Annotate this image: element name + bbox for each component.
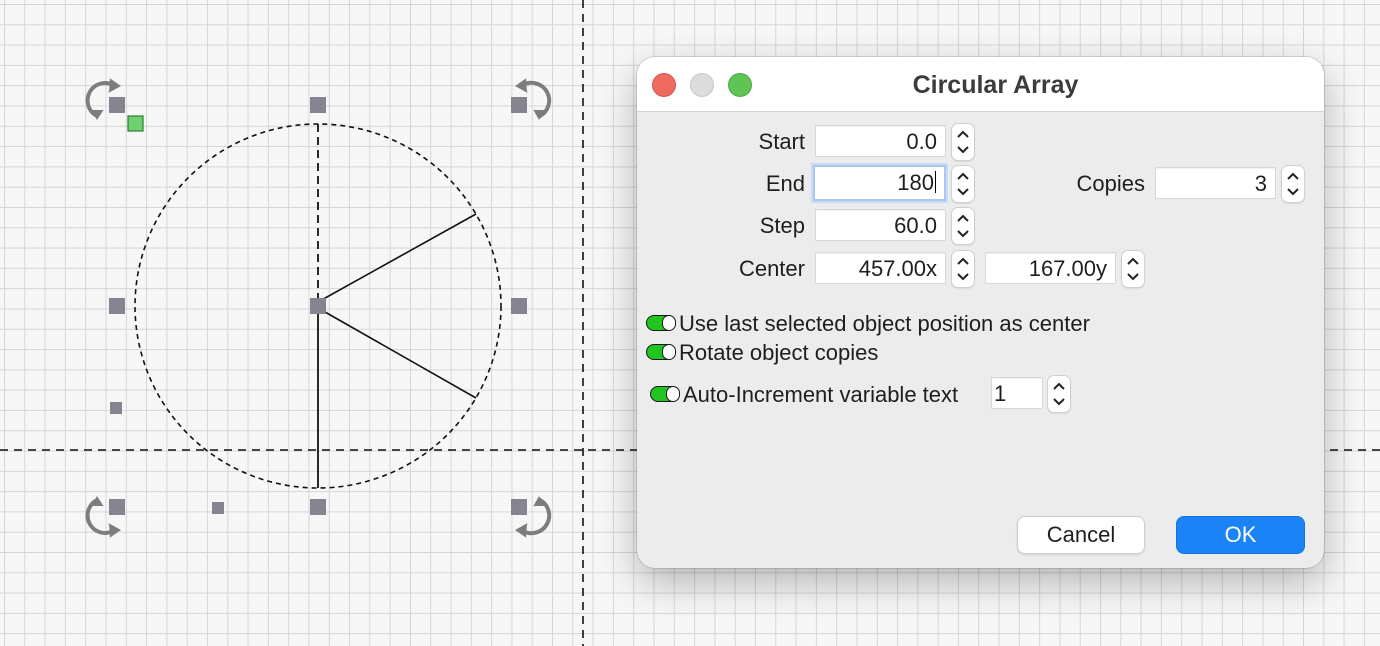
handle-top-left[interactable] — [109, 97, 125, 113]
dialog-titlebar[interactable]: Circular Array — [637, 57, 1324, 112]
center-x-stepper[interactable] — [951, 250, 975, 288]
auto-increment-field[interactable]: 1 — [991, 377, 1043, 409]
rotate-copies-label: Rotate object copies — [679, 340, 879, 365]
step-stepper[interactable] — [951, 207, 975, 245]
center-x-field[interactable]: 457.00x — [815, 252, 946, 284]
start-field[interactable]: 0.0 — [815, 125, 946, 157]
handle-middle-right[interactable] — [511, 298, 527, 314]
radius-line-lower[interactable] — [317, 307, 477, 399]
start-label: Start — [758, 129, 805, 154]
circular-array-dialog: Circular Array Start 0.0 End 180 Copies … — [637, 57, 1324, 568]
handle-top-center[interactable] — [310, 97, 326, 113]
handle-small-left[interactable] — [110, 402, 122, 414]
auto-increment-checkbox[interactable] — [650, 386, 680, 402]
dialog-title: Circular Array — [912, 71, 1079, 99]
handle-center[interactable] — [310, 298, 326, 314]
radius-line-upper[interactable] — [317, 213, 477, 303]
use-last-selected-label: Use last selected object position as cen… — [679, 311, 1090, 336]
ok-button[interactable]: OK — [1176, 516, 1305, 554]
cancel-button[interactable]: Cancel — [1017, 516, 1145, 554]
handle-middle-left[interactable] — [109, 298, 125, 314]
step-field[interactable]: 60.0 — [815, 209, 946, 241]
end-field[interactable]: 180 — [813, 165, 946, 201]
handle-small-bottom[interactable] — [212, 502, 224, 514]
center-y-stepper[interactable] — [1121, 250, 1145, 288]
handle-top-right[interactable] — [511, 97, 527, 113]
copies-label: Copies — [1076, 171, 1145, 196]
handle-bottom-center[interactable] — [310, 499, 326, 515]
center-label: Center — [738, 256, 805, 281]
copies-field[interactable]: 3 — [1155, 167, 1276, 199]
auto-increment-stepper[interactable] — [1047, 375, 1071, 413]
auto-increment-label: Auto-Increment variable text — [683, 382, 959, 407]
step-label: Step — [759, 213, 805, 238]
selected-handle[interactable] — [127, 115, 144, 132]
center-y-field[interactable]: 167.00y — [985, 252, 1116, 284]
start-stepper[interactable] — [951, 123, 975, 161]
use-last-selected-checkbox[interactable] — [646, 315, 676, 331]
end-stepper[interactable] — [951, 165, 975, 203]
rotate-copies-checkbox[interactable] — [646, 344, 676, 360]
handle-bottom-left[interactable] — [109, 499, 125, 515]
end-label: End — [765, 171, 805, 196]
handle-bottom-right[interactable] — [511, 499, 527, 515]
copies-stepper[interactable] — [1281, 165, 1305, 203]
